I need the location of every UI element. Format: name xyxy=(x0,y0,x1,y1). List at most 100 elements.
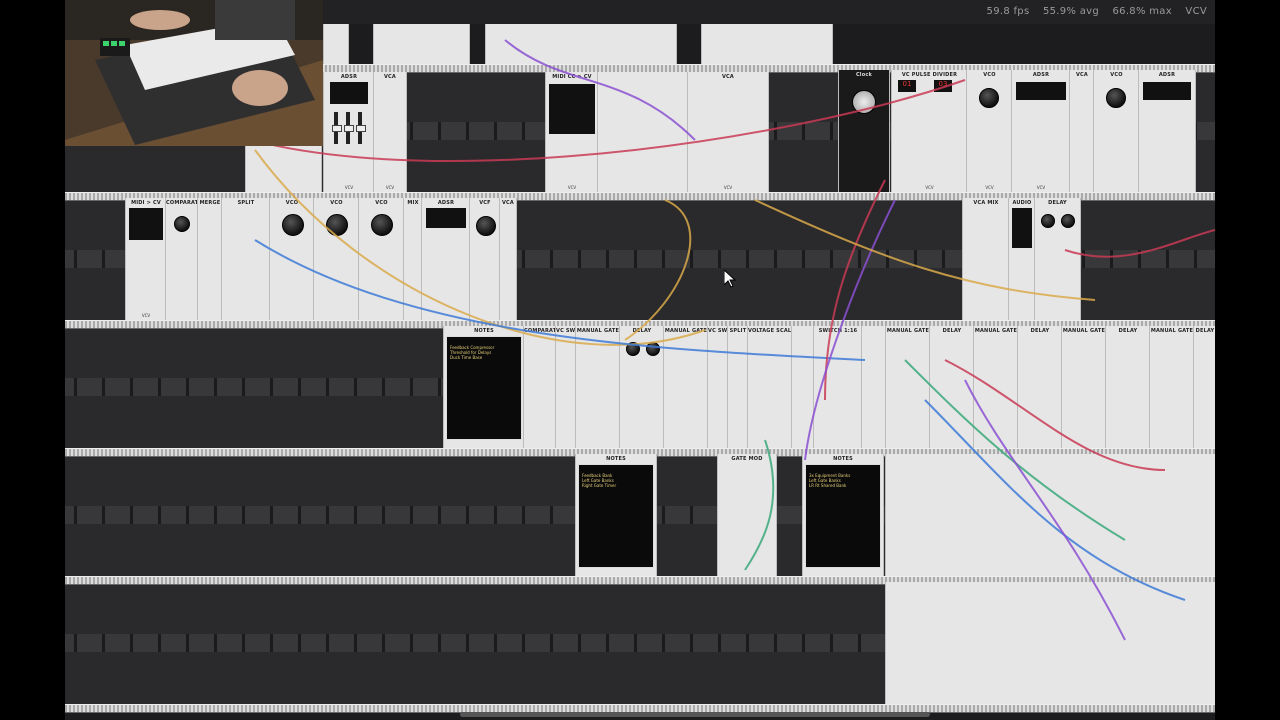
module-partial[interactable] xyxy=(373,24,470,64)
module-audio[interactable]: AUDIO xyxy=(1008,198,1036,320)
module-split[interactable]: SPLIT xyxy=(221,198,271,320)
module-comparator[interactable]: COMPARATOR xyxy=(523,326,557,448)
module-vc-switch[interactable]: VC SWITCH xyxy=(707,326,729,448)
module-vca[interactable]: VCA xyxy=(499,198,517,320)
avg-readout: 55.9% avg xyxy=(1042,6,1100,17)
brand-label: VCV xyxy=(925,185,934,190)
module-gate-delay-bank[interactable] xyxy=(885,582,1215,704)
freq-knob[interactable] xyxy=(1106,88,1126,108)
module-vc-switch[interactable]: VC SWITCH xyxy=(555,326,577,448)
notes-area[interactable]: Feedback Bank Left Gate Banks Right Gate… xyxy=(578,464,654,568)
module-manual-gate[interactable]: MANUAL GATE xyxy=(663,326,709,448)
module-title: DELAY xyxy=(1118,328,1138,334)
module-title: MANUAL GATE xyxy=(664,328,708,334)
module-partial[interactable] xyxy=(485,24,677,64)
module-voltage-scaler[interactable]: VOLTAGE SCALER xyxy=(747,326,793,448)
module-adsr[interactable]: ADSR VCV xyxy=(1011,70,1071,192)
module-midi-cc-cv[interactable]: MIDI CC > CV VCV xyxy=(545,72,599,192)
attack-slider[interactable] xyxy=(332,112,342,144)
module-title: NOTES xyxy=(474,328,494,334)
module-title: VCO xyxy=(983,72,996,78)
envelope-display xyxy=(330,82,368,104)
module-title: VCA MIX xyxy=(973,200,999,206)
module-vco[interactable]: VCO xyxy=(313,198,360,320)
module-title: SWITCH 1:16 xyxy=(818,328,858,334)
module-title: DELAY xyxy=(632,328,652,334)
module-merge[interactable]: MERGE xyxy=(197,198,223,320)
module-title: MANUAL GATE xyxy=(1062,328,1106,334)
decay-slider[interactable] xyxy=(344,112,354,144)
module-title: MANUAL GATE xyxy=(1150,328,1194,334)
module-delay[interactable]: DELAY xyxy=(1193,326,1215,448)
tempo-knob[interactable] xyxy=(852,90,876,114)
module-title: VC SWITCH xyxy=(708,328,729,334)
module-split[interactable]: SPLIT xyxy=(727,326,749,448)
module-delay[interactable]: DELAY xyxy=(1034,198,1081,320)
module-vca-mix[interactable]: VCA MIX xyxy=(962,198,1010,320)
module-vca[interactable]: VCA VCV xyxy=(373,72,407,192)
module-vca-bank[interactable]: VCA VCV xyxy=(687,72,769,192)
envelope-display xyxy=(1143,82,1191,100)
module-vcf[interactable]: VCF xyxy=(469,198,501,320)
module-notes[interactable]: NOTES Feedback Bank Left Gate Banks Righ… xyxy=(575,454,657,576)
module-title: ADSR xyxy=(340,74,358,80)
feedback-knob[interactable] xyxy=(646,342,660,356)
freq-knob[interactable] xyxy=(371,214,393,236)
notes-text: 3x Equipment Banks Left Gate Banks LR Rt… xyxy=(809,473,851,488)
module-delay[interactable]: DELAY xyxy=(929,326,975,448)
module-vco[interactable]: VCO xyxy=(358,198,405,320)
module-mix[interactable]: MIX xyxy=(403,198,423,320)
module-adsr[interactable]: ADSR VCV xyxy=(323,72,375,192)
module-switch-1-16[interactable]: SWITCH 1:16 xyxy=(813,326,863,448)
module-adsr[interactable]: ADSR xyxy=(421,198,471,320)
brand-label: VCV xyxy=(344,185,354,190)
module-vca[interactable]: VCA xyxy=(1069,70,1095,192)
module-pulse-divider[interactable]: VC PULSE DIVIDER 01 03 VCV xyxy=(891,70,968,192)
module-adsr[interactable]: ADSR xyxy=(1138,70,1196,192)
module-manual-gate[interactable]: MANUAL GATE xyxy=(1061,326,1107,448)
module-group[interactable] xyxy=(597,72,689,192)
threshold-knob[interactable] xyxy=(174,216,190,232)
module-delay[interactable]: DELAY xyxy=(1017,326,1063,448)
module-manual-gate[interactable]: MANUAL GATE xyxy=(885,326,931,448)
module-partial[interactable] xyxy=(245,145,322,192)
freq-knob[interactable] xyxy=(979,88,999,108)
module-gate-delay-bank[interactable] xyxy=(885,454,1215,576)
module-partial[interactable] xyxy=(323,24,349,64)
module-title: SPLIT xyxy=(237,200,255,206)
time-knob[interactable] xyxy=(626,342,640,356)
freq-knob[interactable] xyxy=(282,214,304,236)
module-title: VCO xyxy=(375,200,388,206)
module-notes[interactable]: NOTES 3x Equipment Banks Left Gate Banks… xyxy=(802,454,884,576)
module-title: NOTES xyxy=(606,456,626,462)
cutoff-knob[interactable] xyxy=(476,216,496,236)
module-manual-gate[interactable]: MANUAL GATE xyxy=(973,326,1019,448)
module-delay[interactable]: DELAY xyxy=(1105,326,1151,448)
module-vco[interactable]: VCO VCV xyxy=(966,70,1013,192)
freq-knob[interactable] xyxy=(326,214,348,236)
module-midi-cv[interactable]: MIDI > CV VCV xyxy=(125,198,167,320)
module-group[interactable] xyxy=(791,326,815,448)
module-title: Clock xyxy=(855,72,873,78)
module-title: VC PULSE DIVIDER xyxy=(901,72,958,78)
module-clock[interactable]: Clock xyxy=(838,70,890,192)
module-notes[interactable]: NOTES Feedback Compressor Threshold for … xyxy=(443,326,525,448)
time-knob[interactable] xyxy=(1041,214,1055,228)
module-partial[interactable] xyxy=(701,24,833,64)
feedback-knob[interactable] xyxy=(1061,214,1075,228)
sustain-slider[interactable] xyxy=(356,112,366,144)
notes-area[interactable]: 3x Equipment Banks Left Gate Banks LR Rt… xyxy=(805,464,881,568)
module-vco[interactable]: VCO xyxy=(269,198,315,320)
module-manual-gate[interactable]: MANUAL GATE xyxy=(1149,326,1195,448)
module-group[interactable] xyxy=(861,326,887,448)
horizontal-scrollbar[interactable] xyxy=(460,712,930,717)
module-manual-gate[interactable]: MANUAL GATE xyxy=(575,326,621,448)
module-vco[interactable]: VCO xyxy=(1093,70,1140,192)
module-delay[interactable]: DELAY xyxy=(619,326,665,448)
module-title: VCA xyxy=(1075,72,1088,78)
mouse-cursor xyxy=(724,270,736,288)
module-title: VCO xyxy=(330,200,343,206)
module-gate-mod[interactable]: GATE MOD xyxy=(717,454,777,576)
module-comparator[interactable]: COMPARATOR xyxy=(165,198,199,320)
notes-area[interactable]: Feedback Compressor Threshold for Delays… xyxy=(446,336,522,440)
